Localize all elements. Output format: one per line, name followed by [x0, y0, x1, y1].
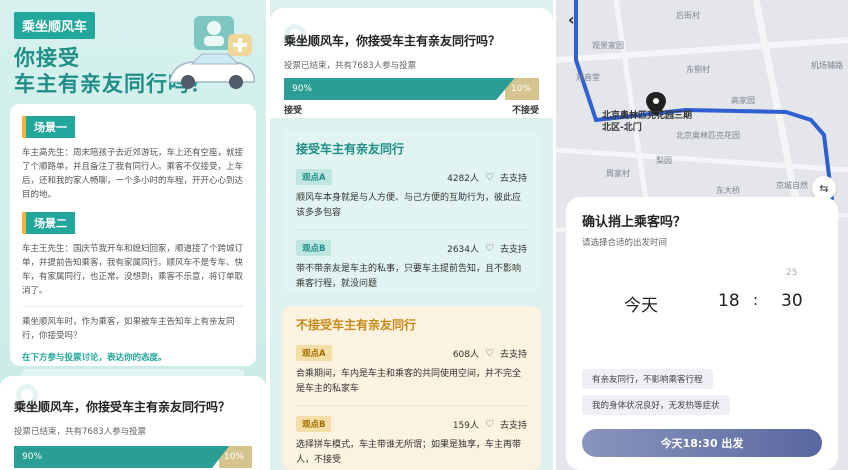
- opinion-item: 观点A 608人 ♡ 去支持 合乘期间，车内是车主和乘客的共同使用空间，并不完全…: [296, 341, 527, 405]
- map-label: 东大桥: [716, 186, 740, 195]
- car-passenger-illustration-icon: [169, 16, 255, 89]
- condition-chip[interactable]: 我的身体状况良好，无发热等症状: [582, 395, 730, 415]
- poll-meta: 投票已结束，共有7683人参与投票: [284, 61, 417, 71]
- destination-line-2: 北区-北门: [602, 123, 642, 133]
- opinion-item: 观点B 159人 ♡ 去支持 选择拼车模式，车主带谁无所谓；如果是独享，车主再带…: [296, 405, 527, 470]
- picker-hour[interactable]: 18: [718, 291, 740, 311]
- poll-title: 乘坐顺风车，你接受车主有亲友同行吗？: [284, 34, 501, 48]
- vote-cta: 在下方参与投票讨论，表达你的态度。: [22, 353, 167, 363]
- opinion-item: 观点A 4282人 ♡ 去支持 顺风车本身就是与人方便、与己方便的互助行为，彼此…: [296, 165, 527, 229]
- map-label: 东侧村: [686, 65, 710, 74]
- poll-meta: 投票已结束，共有7683人参与投票: [14, 427, 147, 437]
- scene-1-tag: 场景一: [22, 116, 75, 138]
- heart-icon[interactable]: ♡: [485, 419, 494, 430]
- opinion-item: 观点B 2634人 ♡ 去支持 带不带亲友是车主的私事，只要车主提前告知，且不影…: [296, 229, 527, 300]
- topic-badge: 乘坐顺风车: [14, 12, 96, 39]
- picker-minute-next[interactable]: 25: [786, 268, 797, 278]
- poll-results-panel: 乘坐顺风车，你接受车主有亲友同行吗？ 投票已结束，共有7683人参与投票 90%…: [270, 0, 553, 470]
- picker-colon: :: [753, 291, 759, 309]
- departure-time-picker[interactable]: 25 今天 18 : 30: [566, 263, 838, 343]
- poll-yes-segment: 90%: [284, 78, 515, 100]
- support-count: 2634人: [447, 244, 480, 255]
- poll-title: 乘坐顺风车，你接受车主有亲友同行吗？: [14, 400, 231, 414]
- destination-line-1: 北京奥林匹克花园三期: [602, 111, 693, 121]
- poll-yes-segment: 90%: [14, 446, 230, 468]
- opinion-text: 带不带亲友是车主的私事，只要车主提前告知，且不影响乘客行程，就没问题: [296, 264, 522, 289]
- heart-icon[interactable]: ♡: [485, 348, 494, 359]
- question-text: 乘坐顺风车时，作为乘客，如果被车主告知车上有亲友同行，你接受吗？: [22, 317, 235, 341]
- reject-label: 不接受: [511, 106, 539, 116]
- poll-card: 乘坐顺风车，你接受车主有亲友同行吗？ 投票已结束，共有7683人参与投票 90%…: [270, 8, 553, 118]
- scene-1-text: 车主高先生：周末陪孩子去近郊游玩，车上还有空座，就接了个顺路单，并且备注了我有同…: [22, 148, 244, 200]
- opinion-text: 选择拼车模式，车主带谁无所谓；如果是独享，车主再带人，不接受: [296, 440, 522, 465]
- map-label: 后街村: [676, 11, 700, 20]
- support-button[interactable]: 去支持: [500, 242, 527, 255]
- scene-2-text: 车主王先生：国庆节我开车和媳妇回家，顺道接了个跨城订单，并提前告知乘客，我有家属…: [22, 244, 244, 296]
- poll-result-bar: 90% 10%: [284, 78, 539, 100]
- support-button[interactable]: 去支持: [500, 347, 527, 360]
- poll-card-bottom: 乘坐顺风车，你接受车主有亲友同行吗？ 投票已结束，共有7683人参与投票 90%…: [0, 376, 266, 470]
- opinion-tag: 观点B: [296, 240, 332, 256]
- scenes-card: 场景一 车主高先生：周末陪孩子去近郊游玩，车上还有空座，就接了个顺路单，并且备注…: [10, 104, 256, 407]
- picker-day[interactable]: 今天: [624, 291, 658, 316]
- opinion-text: 顺风车本身就是与人方便、与己方便的互助行为，彼此应该多多包容: [296, 193, 522, 218]
- map-label: 京城自然: [776, 181, 808, 190]
- topic-intro-panel: 乘坐顺风车 你接受 车主有亲友同行吗？ 场景一 车主高先生：周末陪孩子去近郊游玩…: [0, 0, 266, 470]
- heart-icon[interactable]: ♡: [485, 243, 494, 254]
- sheet-subtitle: 请选择合适的出发时间: [582, 238, 668, 248]
- poll-result-bar: 90% 10%: [14, 446, 252, 468]
- opinion-tag: 观点A: [296, 169, 332, 185]
- support-count: 4282人: [447, 173, 480, 184]
- map-label: 周家村: [606, 169, 630, 178]
- sheet-title: 确认捎上乘客吗？: [582, 215, 687, 230]
- group-title: 接受车主有亲友同行: [296, 142, 405, 156]
- accept-opinions-group: 接受车主有亲友同行 观点A 4282人 ♡ 去支持 顺风车本身就是与人方便、与己…: [282, 130, 541, 294]
- reject-opinions-group: 不接受车主有亲友同行 观点A 608人 ♡ 去支持 合乘期间，车内是车主和乘客的…: [282, 306, 541, 470]
- map-label: 高家园: [731, 96, 755, 105]
- condition-chip[interactable]: 有亲友同行，不影响乘客行程: [582, 369, 713, 389]
- support-count: 608人: [452, 349, 480, 360]
- support-button[interactable]: 去支持: [500, 171, 527, 184]
- picker-minute[interactable]: 30: [781, 291, 803, 311]
- accept-label: 接受: [284, 106, 303, 116]
- heart-icon[interactable]: ♡: [485, 172, 494, 183]
- poll-option-labels: 接受 不接受: [284, 103, 539, 116]
- divider: [22, 306, 244, 307]
- confirm-departure-button[interactable]: 今天18:30 出发: [582, 429, 822, 457]
- group-title: 不接受车主有亲友同行: [296, 318, 417, 332]
- support-button[interactable]: 去支持: [500, 418, 527, 431]
- opinion-tag: 观点B: [296, 416, 332, 432]
- support-count: 159人: [452, 420, 480, 431]
- opinion-tag: 观点A: [296, 345, 332, 361]
- map-label: 观景家园: [592, 41, 624, 50]
- map-label: 观音堂: [576, 73, 600, 82]
- back-arrow-icon[interactable]: ‹: [568, 10, 575, 29]
- opinion-text: 合乘期间，车内是车主和乘客的共同使用空间，并不完全是车主的私家车: [296, 369, 522, 394]
- ride-confirm-panel: 后街村 观音堂 东侧村 观景家园 高家园 机场辅路 北京奥林匹克花园 周家村 东…: [556, 0, 848, 470]
- destination-label: 北京奥林匹克花园三期 北区-北门: [602, 110, 692, 134]
- confirm-sheet: 确认捎上乘客吗？ 请选择合适的出发时间 25 今天 18 : 30 有亲友同行，…: [566, 197, 838, 470]
- map-label: 机场辅路: [811, 61, 843, 70]
- scene-2-tag: 场景二: [22, 212, 75, 234]
- map-label: 梨园: [656, 156, 672, 165]
